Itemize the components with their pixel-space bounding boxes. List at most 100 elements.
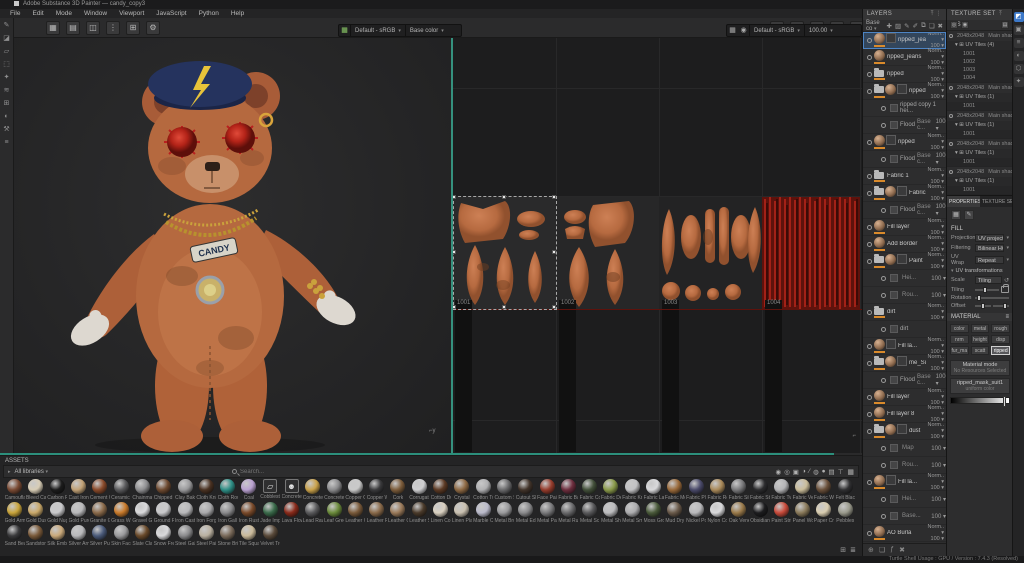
asset-chip[interactable]: Velvet Tre: [260, 525, 281, 548]
asset-filter-icon-4[interactable]: ∕: [809, 468, 810, 476]
visibility-eye-icon[interactable]: [867, 38, 872, 43]
asset-chip[interactable]: Fabric Sil: [728, 479, 749, 502]
uvwrap-select[interactable]: Repeat: [975, 256, 1004, 264]
channel-button-nrm[interactable]: nrm: [950, 335, 969, 344]
asset-chip[interactable]: Metal Ed: [515, 502, 536, 525]
uv-tiles-group[interactable]: ▾ ⊞ UV Tiles (1): [947, 177, 1012, 186]
asset-chip[interactable]: Bleed Ca: [25, 479, 46, 502]
visibility-eye-icon[interactable]: [867, 140, 872, 145]
layer-channel-row[interactable]: FloodBase c...100 ▾: [863, 117, 946, 134]
layer-row[interactable]: rippedNorm.. ▾100 ▾: [863, 134, 946, 151]
menu-item-viewport[interactable]: Viewport: [113, 9, 150, 18]
asset-chip[interactable]: Nickel Po: [686, 502, 707, 525]
more-options-icon[interactable]: ⋮: [106, 21, 120, 35]
asset-chip[interactable]: Ceramic G: [110, 479, 131, 502]
grid-view-toggle-icon[interactable]: ▦: [847, 468, 854, 476]
asset-chip[interactable]: Metal Pai: [536, 502, 557, 525]
layers-toolbar-icon[interactable]: ▨: [895, 22, 901, 30]
selection-handle[interactable]: [552, 250, 556, 254]
shader-settings-icon[interactable]: ≡: [1014, 38, 1024, 48]
asset-chip[interactable]: Tile Squa: [238, 525, 259, 548]
asset-chip[interactable]: Leather C: [345, 502, 366, 525]
asset-chip[interactable]: Metal Ru: [558, 502, 579, 525]
layer-blend-opacity[interactable]: Norm.. ▾100 ▾: [926, 303, 944, 321]
texture-set-main[interactable]: body_suit2048x2048Main shader: [947, 31, 1012, 41]
layer-row[interactable]: ripped_jeansNorm.. ▾100 ▾: [863, 49, 946, 66]
assets-footer-icon[interactable]: ≣: [850, 546, 856, 554]
channel-value[interactable]: 100 ▾: [936, 153, 946, 166]
offset-v-slider[interactable]: [993, 305, 1009, 307]
asset-chip[interactable]: Fabric Ro: [707, 479, 728, 502]
material-mode-button[interactable]: Material modeNo Resources Selected: [950, 360, 1010, 376]
layers-panel-icons[interactable]: ⤒ ⋮: [931, 9, 942, 20]
asset-chip[interactable]: Fabric Kn: [622, 479, 643, 502]
asset-chip[interactable]: Ground Fr: [153, 502, 174, 525]
asset-chip[interactable]: Granite G: [89, 502, 110, 525]
layer-row[interactable]: dustNorm.. ▾100 ▾: [863, 423, 946, 440]
channel-button-rough[interactable]: rough: [991, 324, 1010, 333]
layer-blend-opacity[interactable]: Norm.. ▾100 ▾: [926, 32, 944, 49]
asset-chip[interactable]: Iron Rust: [238, 502, 259, 525]
grid-view-icon[interactable]: ▦: [727, 26, 738, 35]
layer-row[interactable]: FabricNorm.. ▾100 ▾: [863, 185, 946, 202]
asset-chip[interactable]: Camouflage: [4, 479, 25, 502]
asset-chip[interactable]: Metal Sm: [622, 502, 643, 525]
layers-toolbar-icon[interactable]: ✎: [904, 22, 909, 30]
asset-chip[interactable]: Moss Gro: [643, 502, 664, 525]
layers-toolbar-icon[interactable]: ❏: [929, 22, 935, 30]
asset-chip[interactable]: Carbon Fib: [47, 479, 68, 502]
uv-transformations-header[interactable]: UV transformations: [956, 268, 1003, 274]
channel-button-fur_ma[interactable]: fur_ma: [950, 346, 969, 355]
asset-chip[interactable]: Copper W: [366, 479, 387, 502]
asset-chip[interactable]: Cutout Sh: [515, 479, 536, 502]
ts-filter-icon[interactable]: ◎: [950, 21, 958, 29]
clone-tool[interactable]: ≋: [2, 86, 12, 96]
menu-item-window[interactable]: Window: [78, 9, 113, 18]
texture-set-main[interactable]: gorget2048x2048Main shader: [947, 139, 1012, 149]
uv-tile-entry[interactable]: 1001: [947, 102, 1012, 110]
material-view-icon[interactable]: ▦: [339, 26, 350, 35]
texture-set-visibility-icon[interactable]: [949, 34, 953, 38]
asset-chip[interactable]: Leather Fi: [366, 502, 387, 525]
visibility-eye-icon[interactable]: [867, 89, 872, 94]
visibility-eye-icon[interactable]: [881, 106, 886, 111]
selection-handle[interactable]: [502, 195, 506, 199]
asset-chip[interactable]: Linen Pla: [451, 502, 472, 525]
asset-chip[interactable]: Lava Flow: [281, 502, 302, 525]
visibility-eye-icon[interactable]: [867, 310, 872, 315]
selection-handle[interactable]: [502, 305, 506, 309]
visibility-eye-icon[interactable]: [881, 497, 886, 502]
asset-filter-icon-0[interactable]: ◉: [775, 468, 781, 476]
selection-handle[interactable]: [453, 305, 456, 309]
asset-filter-icon-5[interactable]: ◍: [813, 468, 819, 476]
shading-mode-dropdown[interactable]: Default - sRGB▾: [350, 25, 405, 36]
channel-button-disp[interactable]: disp: [991, 335, 1010, 344]
layer-channel-row[interactable]: FloodBase c...100 ▾: [863, 202, 946, 219]
environment-icon[interactable]: ⬡: [1014, 64, 1024, 74]
asset-chip[interactable]: Panel Wo: [792, 502, 813, 525]
projection-select[interactable]: UV projection: [975, 234, 1004, 242]
layer-channel-row[interactable]: Hei...100 ▾: [863, 491, 946, 508]
asset-chip[interactable]: Gold Arm: [4, 502, 25, 525]
layer-channel-row[interactable]: Map100 ▾: [863, 440, 946, 457]
asset-chip[interactable]: Silver Arm: [68, 525, 89, 548]
menu-item-mode[interactable]: Mode: [50, 9, 78, 18]
asset-chip[interactable]: Iron Cast: [174, 502, 195, 525]
channel-value[interactable]: 100 ▾: [936, 204, 946, 217]
viewport-2d[interactable]: 1001 1002 1003 1004 ⌐: [453, 38, 862, 453]
uv-tile-entry[interactable]: 1003: [947, 66, 1012, 74]
channel-value[interactable]: 100 ▾: [931, 292, 946, 299]
add-layer-icon[interactable]: ⊕: [868, 546, 874, 554]
ts-visibility-icon[interactable]: ◉: [961, 21, 969, 29]
asset-chip[interactable]: Cotton Tw: [473, 479, 494, 502]
uv-tiles-group[interactable]: ▾ ⊞ UV Tiles (4): [947, 41, 1012, 50]
visibility-eye-icon[interactable]: [867, 531, 872, 536]
layer-channel-row[interactable]: dirt: [863, 321, 946, 338]
asset-chip[interactable]: Fabric Me: [664, 479, 685, 502]
visibility-eye-icon[interactable]: [867, 344, 872, 349]
asset-chip[interactable]: Cloth Knit: [196, 479, 217, 502]
layer-channel-row[interactable]: Rou...100 ▾: [863, 457, 946, 474]
asset-chip[interactable]: Gold Nug: [47, 502, 68, 525]
eraser-tool[interactable]: ◪: [2, 34, 12, 44]
asset-chip[interactable]: Obsidian: [749, 502, 770, 525]
